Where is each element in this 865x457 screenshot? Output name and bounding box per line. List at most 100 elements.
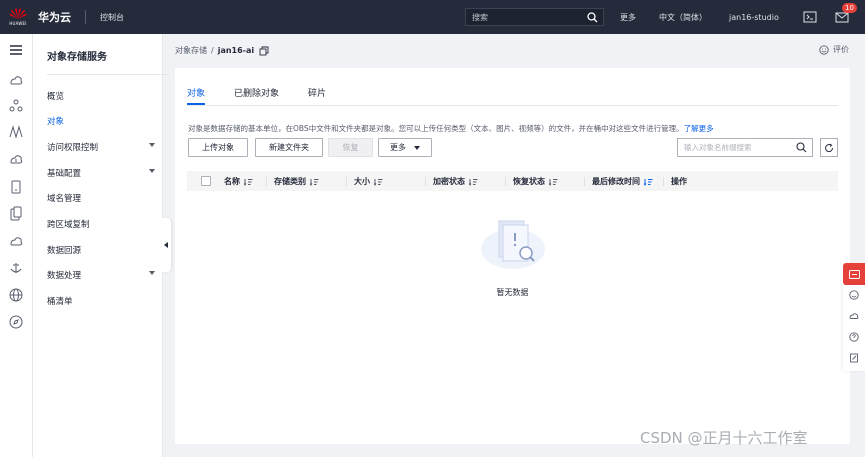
column-actions: 操作 xyxy=(671,176,687,187)
search-icon[interactable] xyxy=(796,142,807,153)
cloud-upload-icon[interactable] xyxy=(849,311,859,321)
column-last-modified[interactable]: 最后修改时间 xyxy=(592,176,653,187)
breadcrumb: 对象存储 / jan16-ai xyxy=(175,45,269,56)
logo-text: HUAWEI xyxy=(9,21,27,26)
description: 对象是数据存储的基本单位，在OBS中文件和文件夹都是对象。您可以上传任何类型（文… xyxy=(188,123,714,134)
smile-icon[interactable] xyxy=(849,290,859,300)
floating-toolbar xyxy=(843,285,865,371)
huawei-logo[interactable]: HUAWEI xyxy=(4,0,32,34)
huawei-flower-icon xyxy=(9,8,27,19)
sidebar-item-label: 数据处理 xyxy=(47,271,82,281)
tab-fragments[interactable]: 碎片 xyxy=(308,86,326,105)
divider xyxy=(47,74,169,75)
anchor-icon[interactable] xyxy=(8,260,24,276)
sidebar-item[interactable]: 数据处理 xyxy=(47,269,155,281)
overview-icon[interactable] xyxy=(8,72,24,88)
refresh-button[interactable] xyxy=(820,138,838,157)
filter-icon[interactable] xyxy=(469,178,478,186)
divider xyxy=(346,177,347,186)
column-label: 操作 xyxy=(671,177,687,186)
table-header: 名称 存储类别 大小 加密状态 恢复状态 最后修改时间 操作 xyxy=(187,171,838,191)
sidebar-item-label: 概览 xyxy=(47,92,65,102)
cloud-down-icon[interactable] xyxy=(8,151,24,167)
search-icon[interactable] xyxy=(587,12,598,23)
filter-icon[interactable] xyxy=(549,178,558,186)
global-search[interactable] xyxy=(465,8,604,26)
edit-icon[interactable] xyxy=(849,353,859,363)
sidebar-item[interactable]: 概览 xyxy=(47,90,155,102)
breadcrumb-separator: / xyxy=(211,46,214,55)
divider xyxy=(85,10,86,24)
divider xyxy=(266,177,267,186)
menu-icon[interactable] xyxy=(8,42,24,58)
console-link[interactable]: 控制台 xyxy=(100,12,124,23)
column-label: 存储类别 xyxy=(274,177,306,186)
refresh-icon xyxy=(825,143,834,152)
help-icon[interactable] xyxy=(849,332,859,342)
bridge-icon[interactable] xyxy=(8,124,24,140)
terminal-icon[interactable] xyxy=(802,9,818,25)
sidebar-item-label: 访问权限控制 xyxy=(47,143,99,153)
sidebar-title: 对象存储服务 xyxy=(47,52,107,63)
sort-icon[interactable] xyxy=(374,178,383,186)
tab-bar: 对象 已删除对象 碎片 xyxy=(187,86,838,106)
globe-icon[interactable] xyxy=(8,287,24,303)
top-bar: HUAWEI 华为云 控制台 更多 中文（简体） jan16-studio 10 xyxy=(0,0,865,34)
column-encryption[interactable]: 加密状态 xyxy=(433,176,478,187)
divider xyxy=(425,177,426,186)
feedback-label: 评价 xyxy=(833,45,849,54)
breadcrumb-parent[interactable]: 对象存储 xyxy=(175,45,207,56)
sort-icon[interactable] xyxy=(244,178,253,186)
object-panel: 对象 已删除对象 碎片 对象是数据存储的基本单位，在OBS中文件和文件夹都是对象… xyxy=(175,68,850,444)
chevron-down-icon xyxy=(149,271,155,275)
divider xyxy=(663,177,664,186)
tab-deleted-objects[interactable]: 已删除对象 xyxy=(234,86,279,105)
global-search-input[interactable] xyxy=(472,12,582,22)
feedback-button[interactable]: 评价 xyxy=(819,44,849,55)
divider xyxy=(505,177,506,186)
phone-icon[interactable] xyxy=(8,179,24,195)
sidebar-item[interactable]: 数据回源 xyxy=(47,244,155,256)
cloud-icon[interactable] xyxy=(8,233,24,249)
select-all-checkbox[interactable] xyxy=(201,176,211,186)
new-folder-button[interactable]: 新建文件夹 xyxy=(255,138,323,157)
sidebar-item-label: 对象 xyxy=(47,117,65,127)
column-name[interactable]: 名称 xyxy=(224,176,253,187)
sidebar-item-label: 桶清单 xyxy=(47,297,73,307)
collapse-sidebar-button[interactable] xyxy=(162,218,171,272)
tab-objects[interactable]: 对象 xyxy=(187,86,206,105)
copy-icon[interactable] xyxy=(259,46,269,56)
service-rail xyxy=(0,34,33,457)
chevron-down-icon xyxy=(414,145,420,150)
chevron-down-icon xyxy=(149,169,155,173)
compass-icon[interactable] xyxy=(8,314,24,330)
sidebar-item[interactable]: 基础配置 xyxy=(47,167,155,179)
service-ticket-button[interactable] xyxy=(843,263,865,285)
sidebar-item[interactable]: 跨区域复制 xyxy=(47,218,155,230)
message-badge: 10 xyxy=(842,3,857,13)
column-storage-class[interactable]: 存储类别 xyxy=(274,176,319,187)
restore-button[interactable]: 恢复 xyxy=(328,138,373,157)
object-search[interactable] xyxy=(677,138,813,157)
sidebar-item[interactable]: 访问权限控制 xyxy=(47,141,155,153)
upload-object-button[interactable]: 上传对象 xyxy=(188,138,248,157)
sort-icon[interactable] xyxy=(310,178,319,186)
sidebar-item[interactable]: 桶清单 xyxy=(47,295,155,307)
mobile-icon[interactable] xyxy=(8,206,24,222)
share-icon[interactable] xyxy=(8,98,24,114)
more-actions-dropdown[interactable]: 更多 xyxy=(378,138,432,157)
user-menu[interactable]: jan16-studio xyxy=(729,0,779,34)
column-label: 最后修改时间 xyxy=(592,177,640,186)
sidebar-item[interactable]: 对象 xyxy=(47,115,155,127)
more-menu[interactable]: 更多 xyxy=(620,0,636,34)
sort-desc-icon[interactable] xyxy=(644,178,653,186)
description-text: 对象是数据存储的基本单位，在OBS中文件和文件夹都是对象。您可以上传任何类型（文… xyxy=(188,124,684,133)
object-search-input[interactable] xyxy=(684,143,794,152)
learn-more-link[interactable]: 了解更多 xyxy=(684,124,714,133)
sidebar-item[interactable]: 域名管理 xyxy=(47,192,155,204)
column-size[interactable]: 大小 xyxy=(354,176,383,187)
language-menu[interactable]: 中文（简体） xyxy=(659,0,707,34)
column-restore-status[interactable]: 恢复状态 xyxy=(513,176,558,187)
brand-name[interactable]: 华为云 xyxy=(38,9,71,25)
ticket-icon xyxy=(848,269,860,279)
